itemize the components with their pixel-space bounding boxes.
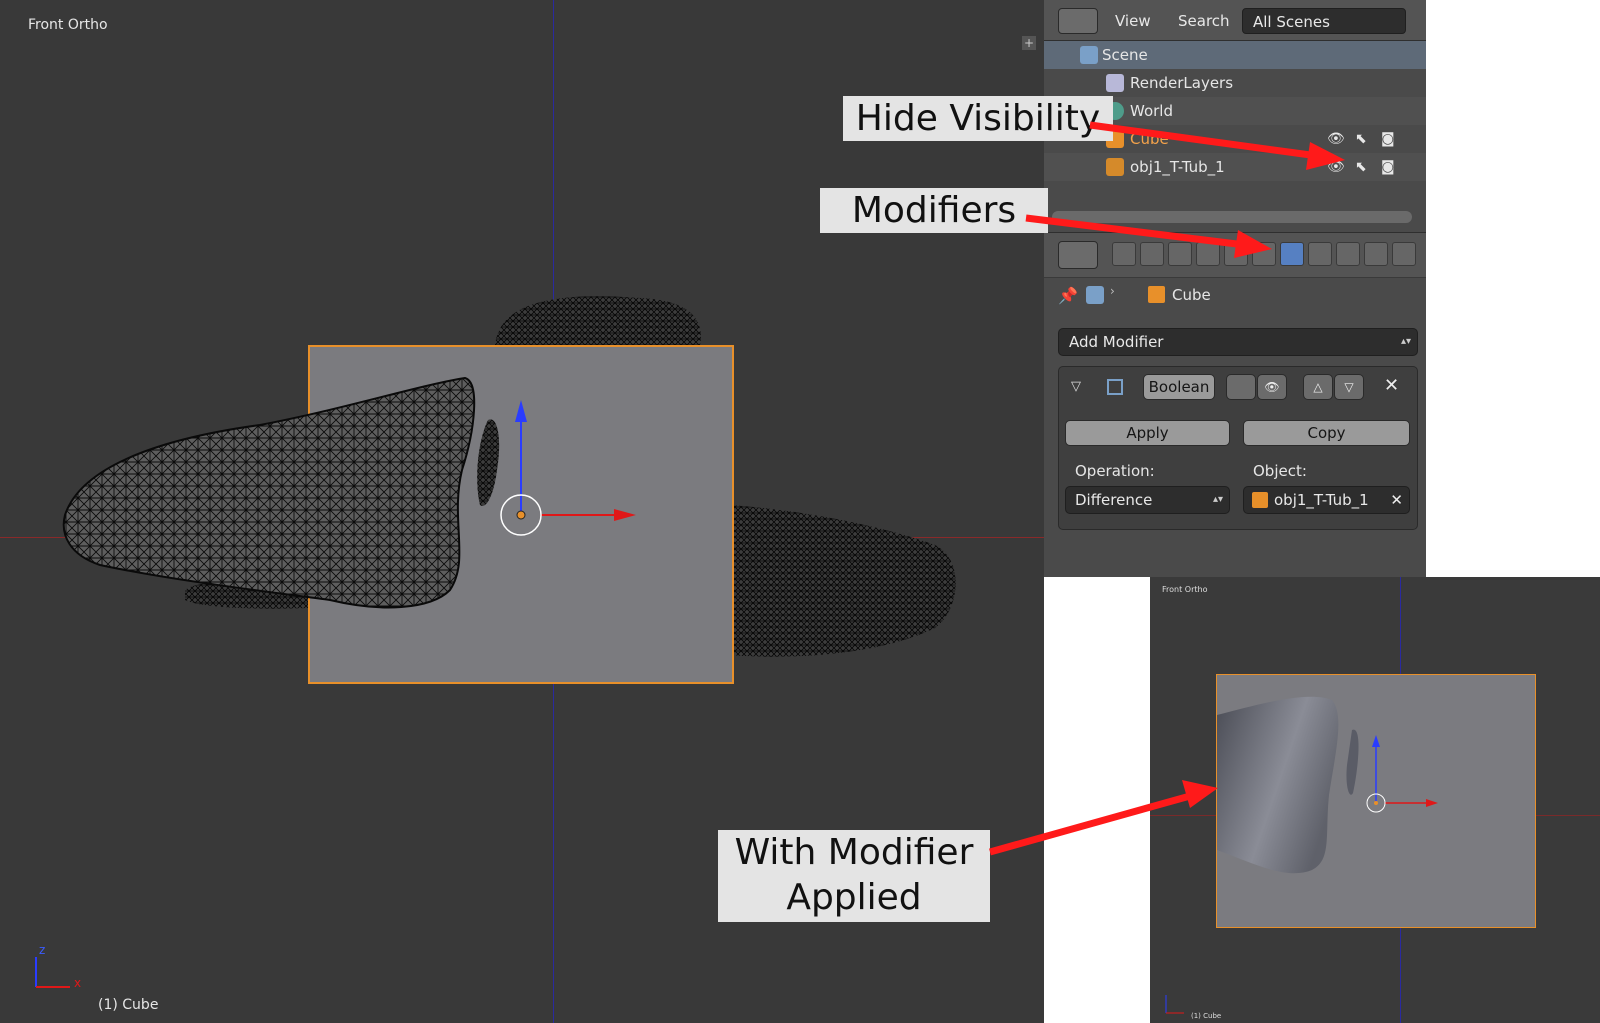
mesh-object-icon bbox=[1106, 158, 1124, 176]
object-context-icon bbox=[1148, 286, 1165, 303]
viewport-status: (1) Cube bbox=[98, 997, 159, 1013]
outliner-scrollbar[interactable] bbox=[1052, 211, 1412, 223]
constraints-tab-icon[interactable] bbox=[1252, 242, 1276, 266]
clear-field-icon[interactable]: ✕ bbox=[1390, 487, 1403, 513]
particles-tab-icon[interactable] bbox=[1392, 242, 1416, 266]
preview-viewport: Front Ortho (1) Cube bbox=[1150, 577, 1600, 1023]
menu-view[interactable]: View bbox=[1115, 12, 1151, 30]
properties-editor-type-button[interactable] bbox=[1058, 241, 1098, 269]
scene-icon bbox=[1080, 46, 1098, 64]
menu-search[interactable]: Search bbox=[1178, 12, 1230, 30]
modifier-name-field[interactable]: Boolean bbox=[1143, 374, 1215, 400]
breadcrumb-arrow-icon: › bbox=[1110, 284, 1115, 298]
outliner-header: View Search All Scenes bbox=[1044, 0, 1426, 41]
object-value: obj1_T-Tub_1 bbox=[1274, 491, 1369, 509]
move-up-icon[interactable]: △ bbox=[1303, 374, 1333, 400]
eye-icon[interactable]: 👁 bbox=[1327, 153, 1345, 181]
render-tab-icon[interactable] bbox=[1112, 242, 1136, 266]
copy-button[interactable]: Copy bbox=[1243, 420, 1410, 446]
properties-panel: 📌 › Cube Add Modifier ▴▾ ▽ Boolean 👁 △ ▽… bbox=[1044, 232, 1426, 577]
texture-tab-icon[interactable] bbox=[1364, 242, 1388, 266]
move-down-icon[interactable]: ▽ bbox=[1334, 374, 1364, 400]
mesh-object-icon bbox=[1252, 492, 1268, 508]
callout-line-2: Applied bbox=[786, 877, 922, 918]
render-toggle-camera-icon[interactable] bbox=[1226, 374, 1256, 400]
callout-line-1: With Modifier bbox=[734, 832, 974, 873]
area-split-widget[interactable]: + bbox=[1022, 36, 1036, 50]
tree-item-obj1[interactable]: obj1_T-Tub_1 👁 ⬉ ◙ bbox=[1044, 153, 1426, 181]
viewport-title: Front Ortho bbox=[28, 17, 108, 33]
apply-button[interactable]: Apply bbox=[1065, 420, 1230, 446]
operation-label: Operation: bbox=[1075, 462, 1155, 480]
updown-arrows-icon: ▴▾ bbox=[1400, 336, 1411, 347]
viewport-toggle-eye-icon[interactable]: 👁 bbox=[1257, 374, 1287, 400]
context-object-name: Cube bbox=[1172, 286, 1211, 304]
tree-item-scene[interactable]: Scene bbox=[1044, 41, 1426, 69]
material-tab-icon[interactable] bbox=[1336, 242, 1360, 266]
callout-with-modifier-applied: With Modifier Applied bbox=[718, 830, 990, 922]
preview-manipulator bbox=[1165, 735, 1438, 1014]
object-label: Object: bbox=[1253, 462, 1307, 480]
object-tab-icon[interactable] bbox=[1224, 242, 1248, 266]
cursor-select-icon[interactable]: ⬉ bbox=[1355, 153, 1367, 181]
modifiers-wrench-tab-icon[interactable] bbox=[1280, 242, 1304, 266]
renderlayers-icon bbox=[1106, 74, 1124, 92]
world-tab-icon[interactable] bbox=[1196, 242, 1220, 266]
cursor-select-icon[interactable]: ⬉ bbox=[1355, 125, 1367, 153]
updown-arrows-icon: ▴▾ bbox=[1212, 494, 1223, 505]
callout-hide-visibility: Hide Visibility bbox=[843, 96, 1113, 141]
pin-icon[interactable]: 📌 bbox=[1058, 286, 1078, 305]
operation-value: Difference bbox=[1075, 491, 1153, 509]
editor-type-button[interactable] bbox=[1058, 8, 1098, 34]
scene-context-icon bbox=[1086, 286, 1104, 304]
data-tab-icon[interactable] bbox=[1308, 242, 1332, 266]
preview-status: (1) Cube bbox=[1191, 1012, 1222, 1020]
gizmo-z-label: z bbox=[39, 943, 46, 957]
camera-render-icon[interactable]: ◙ bbox=[1381, 125, 1395, 153]
properties-header bbox=[1044, 232, 1426, 278]
tree-item-renderlayers[interactable]: RenderLayers bbox=[1044, 69, 1426, 97]
add-modifier-label: Add Modifier bbox=[1069, 333, 1164, 351]
callout-modifiers: Modifiers bbox=[820, 188, 1048, 233]
gizmo-x-label: x bbox=[74, 976, 82, 990]
boolean-modifier-icon bbox=[1107, 379, 1123, 395]
collapse-triangle-icon[interactable]: ▽ bbox=[1071, 379, 1081, 394]
operation-dropdown[interactable]: Difference ▴▾ bbox=[1065, 486, 1230, 514]
scene-tab-icon[interactable] bbox=[1168, 242, 1192, 266]
eye-icon[interactable]: 👁 bbox=[1327, 125, 1345, 153]
boolean-modifier-panel: ▽ Boolean 👁 △ ▽ ✕ Apply Copy Operation: … bbox=[1058, 366, 1418, 530]
remove-modifier-close-icon[interactable]: ✕ bbox=[1384, 375, 1399, 396]
object-field[interactable]: obj1_T-Tub_1 ✕ bbox=[1243, 486, 1410, 514]
add-modifier-dropdown[interactable]: Add Modifier ▴▾ bbox=[1058, 328, 1418, 356]
camera-render-icon[interactable]: ◙ bbox=[1381, 153, 1395, 181]
scene-filter-dropdown[interactable]: All Scenes bbox=[1242, 8, 1406, 34]
render-layers-tab-icon[interactable] bbox=[1140, 242, 1164, 266]
